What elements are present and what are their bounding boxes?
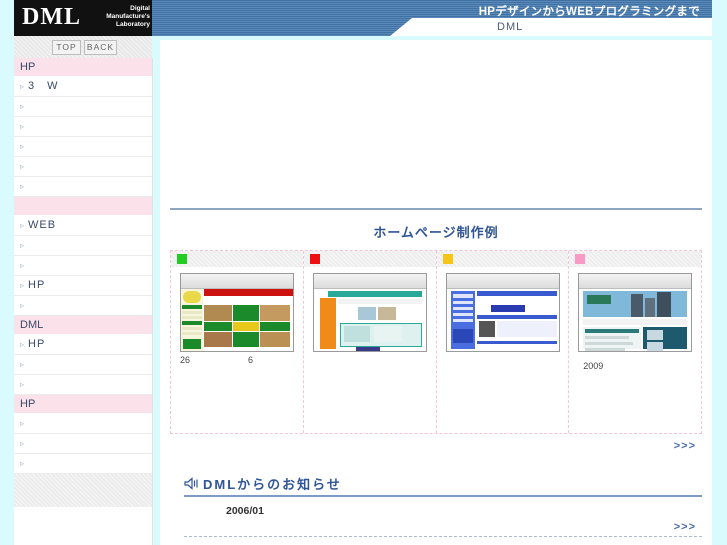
chevron-right-icon: ▹ [20, 380, 25, 389]
sidebar-item[interactable]: ▹ [14, 137, 152, 157]
sidebar-item-label: HP [28, 279, 46, 291]
sidebar-item[interactable]: ▹ [14, 355, 152, 375]
color-chip-icon [442, 254, 453, 264]
sidebar-item[interactable]: ▹ [14, 434, 152, 454]
site-thumbnail[interactable] [578, 273, 693, 352]
news-heading: DMLからのお知らせ [184, 474, 702, 497]
sidebar-item[interactable]: ▹ [14, 117, 152, 137]
color-chip-icon [177, 254, 187, 264]
sidebar-item[interactable]: ▹ WEB [14, 216, 152, 236]
gallery-cell-caption: 26 6 [180, 355, 298, 365]
gallery-heading: ホームページ制作例 [373, 225, 499, 240]
chevron-right-icon: ▹ [20, 301, 25, 310]
sidebar-section-header [14, 197, 152, 216]
thumbnail-page-preview [313, 289, 426, 351]
main-content: ホームページ制作例 26 6 2009 >>> DMLからのお知らせ 2006/01… [160, 40, 712, 545]
chevron-right-icon: ▹ [20, 102, 25, 111]
main-empty-area [160, 40, 712, 208]
thumbnail-page-preview [181, 289, 293, 351]
color-chip-icon [575, 254, 586, 264]
chevron-right-icon: ▹ [20, 241, 25, 250]
section-divider [170, 208, 702, 210]
site-thumbnail[interactable] [312, 273, 427, 352]
gallery-cell-header [569, 251, 701, 267]
nav-button-bar: TOP BACK [14, 36, 152, 59]
gallery-cell[interactable]: 2009 [569, 251, 701, 433]
thumbnail-browser-chrome [579, 274, 692, 289]
sidebar-item[interactable]: ▹ 3 W [14, 77, 152, 97]
gallery-grid: 26 6 2009 [170, 250, 702, 434]
gallery-cell-header [436, 251, 569, 267]
header-banner: HPデザインからWEBプログラミングまで DML [152, 0, 712, 36]
sidebar: HP ▹ 3 W ▹ ▹ ▹ ▹ ▹ ▹ WEB ▹ ▹ ▹ HP ▹ DML ▹ HP ▹ ▹ HP ▹ ▹ ▹ [14, 58, 153, 545]
bottom-dashed-rule [184, 536, 702, 537]
gallery-more-link[interactable]: >>> [160, 440, 696, 452]
sidebar-item-label: HP [28, 338, 46, 350]
gallery-cell-header [303, 251, 436, 267]
sidebar-item[interactable]: ▹ [14, 375, 152, 395]
caption-part-left: 26 [180, 355, 191, 365]
site-thumbnail[interactable] [180, 273, 294, 352]
sidebar-item[interactable]: ▹ [14, 414, 152, 434]
logo-block[interactable]: DML Digital Manufacture's Laboratory [14, 0, 152, 36]
news-date: 2006/01 [226, 505, 264, 517]
news-title-text: DMLからのお知らせ [203, 477, 342, 492]
site-thumbnail[interactable] [445, 273, 560, 352]
sidebar-item-label: 3 W [28, 80, 59, 92]
chevron-right-icon: ▹ [20, 261, 25, 270]
chevron-right-icon: ▹ [20, 122, 25, 131]
chevron-right-icon: ▹ [20, 459, 25, 468]
chevron-right-icon: ▹ [20, 182, 25, 191]
chevron-right-icon: ▹ [20, 360, 25, 369]
sidebar-item[interactable]: ▹ [14, 236, 152, 256]
sidebar-section-header: HP [14, 395, 152, 414]
thumbnail-browser-chrome [446, 274, 559, 289]
color-chip-icon [309, 254, 320, 264]
top-button[interactable]: TOP [52, 40, 81, 55]
chevron-right-icon: ▹ [20, 419, 25, 428]
sidebar-item-label: WEB [28, 219, 57, 231]
back-button[interactable]: BACK [84, 40, 117, 55]
sidebar-item[interactable]: ▹ HP [14, 276, 152, 296]
gallery-cell[interactable] [303, 251, 437, 433]
thumbnail-page-preview [579, 289, 692, 351]
gallery-cell-caption: 2009 [583, 361, 604, 371]
sidebar-item[interactable]: ▹ [14, 177, 152, 197]
gallery-cell-header [171, 251, 303, 267]
logo-subtitle: Digital Manufacture's Laboratory [106, 5, 150, 28]
chevron-right-icon: ▹ [20, 281, 25, 290]
banner-site-name: DML [497, 21, 524, 33]
news-more-link[interactable]: >>> [184, 521, 696, 533]
news-section: DMLからのお知らせ 2006/01 >>> [184, 474, 702, 533]
thumbnail-browser-chrome [313, 274, 426, 289]
banner-tagline: HPデザインからWEBプログラミングまで [478, 6, 700, 18]
gallery-cell[interactable] [436, 251, 570, 433]
sidebar-item[interactable]: ▹ [14, 157, 152, 177]
page-root: DML Digital Manufacture's Laboratory HPデ… [0, 0, 727, 545]
chevron-right-icon: ▹ [20, 439, 25, 448]
sidebar-section-header: DML [14, 316, 152, 335]
thumbnail-page-preview [446, 289, 559, 351]
thumbnail-browser-chrome [181, 274, 293, 289]
sidebar-item[interactable]: ▹ [14, 256, 152, 276]
logo-text: DML [22, 4, 81, 30]
sidebar-item[interactable]: ▹ [14, 454, 152, 474]
gallery-cell[interactable]: 26 6 [171, 251, 304, 433]
chevron-right-icon: ▹ [20, 82, 25, 91]
site-header: DML Digital Manufacture's Laboratory HPデ… [14, 0, 712, 36]
sidebar-item[interactable]: ▹ HP [14, 335, 152, 355]
sidebar-section-header: HP [14, 58, 152, 77]
caption-part-right: 6 [248, 355, 254, 365]
sidebar-item[interactable]: ▹ [14, 296, 152, 316]
sidebar-filler [14, 474, 152, 507]
speaker-icon [184, 477, 200, 493]
chevron-right-icon: ▹ [20, 162, 25, 171]
chevron-right-icon: ▹ [20, 340, 25, 349]
chevron-right-icon: ▹ [20, 142, 25, 151]
banner-diagonal-cut [390, 18, 712, 36]
sidebar-item[interactable]: ▹ [14, 97, 152, 117]
chevron-right-icon: ▹ [20, 221, 25, 230]
